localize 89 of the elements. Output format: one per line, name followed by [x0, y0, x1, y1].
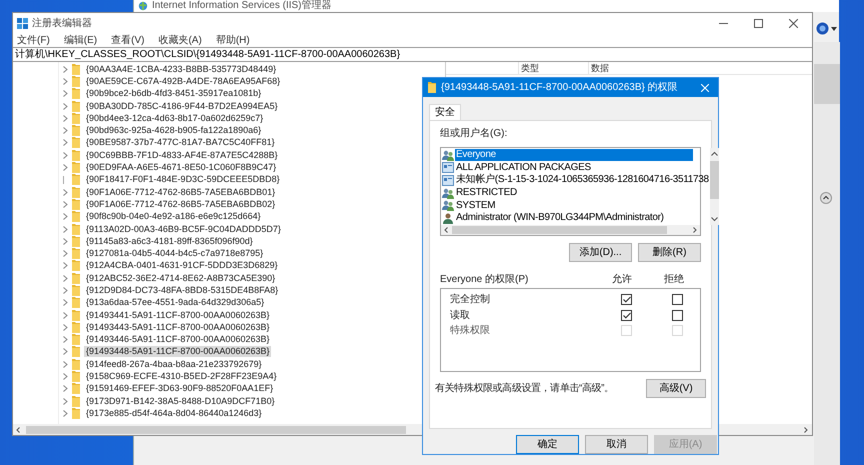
- dialog-button[interactable]: 取消: [585, 435, 648, 454]
- user-item[interactable]: SYSTEM: [455, 200, 496, 212]
- tree-item[interactable]: {91591469-EFEF-3D63-90F9-88520F0AA1EF}: [84, 383, 276, 394]
- tree-item[interactable]: {91493446-5A91-11CF-8700-00AA0060263B}: [84, 334, 272, 346]
- menu-item[interactable]: 收藏夹(A): [158, 32, 202, 48]
- caret-icon[interactable]: [831, 26, 837, 30]
- window-title: Internet Information Services (IIS)管理器: [152, 0, 332, 12]
- tree-item[interactable]: {90F1A06E-7712-4762-86B5-7A5EBA6BDB01}: [84, 186, 278, 198]
- tree-item[interactable]: {90ED9FAA-A6E5-4671-8E50-1C060F8B9C47}: [84, 162, 278, 174]
- chevron-down-icon[interactable]: [710, 217, 718, 222]
- chevron-left-icon[interactable]: [16, 426, 20, 432]
- checkbox[interactable]: [672, 310, 683, 321]
- checkbox[interactable]: [621, 294, 632, 306]
- tree-item[interactable]: {91493443-5A91-11CF-8700-00AA0060263B}: [84, 322, 272, 333]
- horizontal-scrollbar[interactable]: [441, 225, 700, 235]
- checkbox[interactable]: [621, 310, 632, 321]
- permission-name: 特殊权限: [450, 324, 491, 338]
- add-button[interactable]: 添加(D)...: [569, 243, 632, 262]
- chevron-up-icon[interactable]: [820, 192, 832, 204]
- tree-item[interactable]: {90AA3A4E-1CBA-4233-B8BB-535773D48449}: [84, 64, 278, 75]
- menu-item[interactable]: 帮助(H): [216, 32, 250, 48]
- tree-item[interactable]: {912D9D84-DC73-48FA-8BD8-5315DE4B8FA8}: [84, 284, 280, 296]
- package-icon: [442, 174, 454, 186]
- permission-name: 读取: [450, 308, 471, 323]
- hint-text: 有关特殊权限或高级设置，请单击“高级”。: [435, 382, 614, 396]
- column-header[interactable]: 类型: [518, 62, 588, 74]
- tree-item[interactable]: {9173D971-B142-38A5-8488-D10A9DCF71B0}: [84, 396, 277, 407]
- scrollbar-thumb[interactable]: [26, 426, 406, 434]
- tree-item[interactable]: {9158C969-ECFE-4310-B5ED-2F28FF23E9A4}: [84, 371, 279, 382]
- user-item[interactable]: Administrator (WIN-B970LG344PM\Administrator): [455, 212, 665, 224]
- user-item[interactable]: RESTRICTED: [455, 187, 518, 200]
- tree-item[interactable]: {90b9bce2-b6db-4fd3-8451-35917ea1081b}: [84, 88, 264, 100]
- tree-item[interactable]: {9113A02D-00A3-46B9-BC5F-9C04DADDD5D7}: [84, 224, 283, 234]
- menu-item[interactable]: 编辑(E): [64, 32, 98, 48]
- chevron-right-icon[interactable]: [693, 227, 697, 233]
- tab[interactable]: 安全: [429, 104, 461, 120]
- tree-item[interactable]: {914feed8-267a-4baa-b8aa-21e233792679}: [84, 358, 264, 370]
- chevron-up-icon[interactable]: [710, 151, 718, 156]
- tree-item[interactable]: {912A4CBA-0401-4631-91CF-5DDD3E3D6829}: [84, 260, 280, 272]
- tree-item[interactable]: {9173e885-d54f-464a-8d04-86440a1246d3}: [84, 408, 264, 419]
- scrollbar-thumb[interactable]: [710, 161, 719, 199]
- permission-name: 完全控制: [450, 292, 491, 308]
- users-icon: [442, 188, 454, 199]
- tree-item[interactable]: {912ABC52-36E2-4714-8E62-A8B73CA5E390}: [84, 272, 278, 284]
- address-bar[interactable]: 计算机\HKEY_CLASSES_ROOT\CLSID\{91493448-5A91-11CF-8700-00AA0060263B}: [13, 47, 812, 62]
- scrollbar-thumb[interactable]: [452, 226, 667, 234]
- user-item[interactable]: Everyone: [455, 149, 693, 162]
- users-icon: [442, 200, 454, 212]
- tree-item[interactable]: {90bd963c-925a-4628-b905-fa122a1890a6}: [84, 125, 264, 136]
- chevron-left-icon[interactable]: [444, 227, 448, 233]
- chevron-right-icon[interactable]: [804, 426, 808, 432]
- tree-item[interactable]: {90AE59CE-C67A-492B-A4DE-78A6EA95AF68}: [84, 76, 282, 87]
- users-icon: [442, 150, 454, 161]
- panel-header: [814, 64, 840, 104]
- tree-item[interactable]: {90f8c90b-04e0-4e92-a186-e6e9c125d664}: [84, 211, 263, 222]
- help-icon[interactable]: [816, 22, 829, 35]
- tree-item[interactable]: {90BA30DD-785C-4186-9F44-B7D2EA994EA5}: [84, 100, 280, 112]
- registry-icon: [17, 18, 28, 28]
- maximize-icon[interactable]: [754, 18, 763, 28]
- field-label: 组或用户名(G):: [440, 127, 508, 140]
- tree-item[interactable]: {9127081a-04b5-4044-b4c5-c7a9718e8795}: [84, 248, 266, 260]
- permissions-label: Everyone 的权限(P): [440, 273, 530, 286]
- user-icon: [442, 212, 454, 224]
- tree-item[interactable]: {91493441-5A91-11CF-8700-00AA0060263B}: [84, 310, 272, 321]
- dialog-title: {91493448-5A91-11CF-8700-00AA0060263B} 的权限: [441, 80, 678, 95]
- user-item[interactable]: ALL APPLICATION PACKAGES: [455, 162, 592, 174]
- tree-item[interactable]: {90F18417-F0F1-484E-9D3C-59DCEEE5DBD8}: [84, 174, 282, 186]
- remove-button[interactable]: 删除(R): [638, 243, 701, 262]
- dialog-button[interactable]: 确定: [516, 435, 579, 454]
- tree-item[interactable]: {90bd4ee3-12ca-4d63-8b17-0a602d6259c7}: [84, 112, 266, 124]
- menu-item[interactable]: 文件(F): [17, 32, 50, 48]
- tree-item[interactable]: {90F1A06E-7712-4762-86B5-7A5EBA6BDB02}: [84, 198, 278, 210]
- menu-item[interactable]: 查看(V): [111, 32, 144, 48]
- folder-icon: [428, 82, 436, 93]
- close-icon[interactable]: [789, 18, 798, 28]
- column-header[interactable]: 数据: [588, 62, 658, 74]
- package-icon: [442, 162, 454, 174]
- tree-item[interactable]: {90C69BBB-7F1D-4833-AF4E-87A7E5C4288B}: [84, 150, 280, 161]
- tree-item[interactable]: {91493448-5A91-11CF-8700-00AA0060263B}: [84, 346, 272, 358]
- tree-item[interactable]: {913a6daa-57ee-4551-9ada-64d329d306a5}: [84, 297, 266, 308]
- globe-icon: [138, 1, 148, 11]
- window-title: 注册表编辑器: [32, 16, 92, 30]
- tree-item[interactable]: {91145a83-a6c3-4181-89ff-8365f096f90d}: [84, 236, 255, 247]
- tree-item[interactable]: {90BE9587-37b7-477C-81A7-BA7C5C40FF81}: [84, 137, 277, 148]
- column-header: 拒绝: [664, 273, 684, 286]
- checkbox[interactable]: [672, 294, 683, 306]
- user-item[interactable]: 未知帐户(S-1-15-3-1024-1065365936-1281604716-3511738: [455, 174, 710, 186]
- advanced-button[interactable]: 高级(V): [646, 379, 706, 398]
- column-header: 允许: [612, 273, 633, 286]
